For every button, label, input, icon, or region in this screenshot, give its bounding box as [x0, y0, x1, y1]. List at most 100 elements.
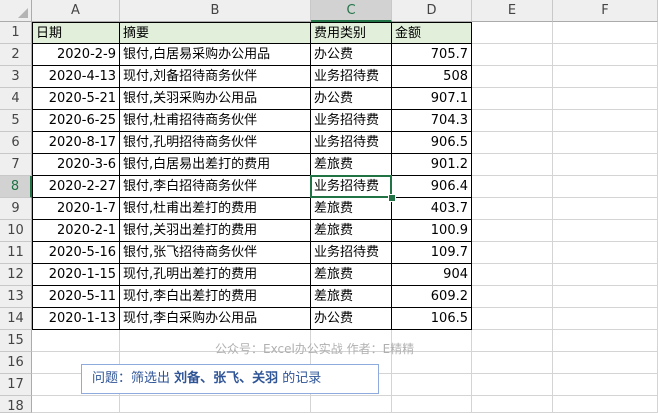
cell-f7[interactable] — [553, 154, 658, 176]
row-header-17[interactable]: 17 — [0, 374, 32, 396]
cell-e5[interactable] — [472, 110, 553, 132]
cell-e16[interactable] — [472, 352, 553, 374]
cell-e2[interactable] — [472, 44, 553, 66]
table-cell-summary[interactable]: 银付,张飞招待商务伙伴 — [120, 242, 311, 264]
cell-f3[interactable] — [553, 66, 658, 88]
cell-f15[interactable] — [553, 330, 658, 352]
fill-handle[interactable] — [388, 194, 396, 202]
table-cell-amount[interactable]: 109.7 — [392, 242, 472, 264]
cell-e14[interactable] — [472, 308, 553, 330]
cell-e9[interactable] — [472, 198, 553, 220]
cell-a18[interactable] — [32, 396, 120, 413]
table-cell-amount[interactable]: 901.2 — [392, 154, 472, 176]
table-cell-amount[interactable]: 403.7 — [392, 198, 472, 220]
cell-f5[interactable] — [553, 110, 658, 132]
table-cell-amount[interactable]: 705.7 — [392, 44, 472, 66]
row-header-9[interactable]: 9 — [0, 198, 32, 220]
table-cell-summary[interactable]: 银付,白居易出差打的费用 — [120, 154, 311, 176]
table-cell-category[interactable]: 业务招待费 — [311, 110, 392, 132]
cell-f13[interactable] — [553, 286, 658, 308]
table-cell-amount[interactable]: 704.3 — [392, 110, 472, 132]
table-cell-amount[interactable]: 907.1 — [392, 88, 472, 110]
table-cell-amount[interactable]: 904 — [392, 264, 472, 286]
cell-f17[interactable] — [553, 374, 658, 396]
select-all-corner[interactable] — [0, 0, 32, 22]
table-cell-summary[interactable]: 现付,李白出差打的费用 — [120, 286, 311, 308]
cell-f2[interactable] — [553, 44, 658, 66]
cell-f18[interactable] — [553, 396, 658, 413]
table-cell-summary[interactable]: 银付,关羽出差打的费用 — [120, 220, 311, 242]
cell-e18[interactable] — [472, 396, 553, 413]
table-cell-date[interactable]: 2020-4-13 — [32, 66, 120, 88]
cell-e17[interactable] — [472, 374, 553, 396]
row-header-12[interactable]: 12 — [0, 264, 32, 286]
row-header-10[interactable]: 10 — [0, 220, 32, 242]
table-cell-amount[interactable]: 508 — [392, 66, 472, 88]
table-cell-date[interactable]: 2020-2-1 — [32, 220, 120, 242]
cell-f1[interactable] — [553, 22, 658, 44]
row-header-8[interactable]: 8 — [0, 176, 32, 198]
table-cell-date[interactable]: 2020-8-17 — [32, 132, 120, 154]
cell-d18[interactable] — [392, 396, 472, 413]
table-cell-category[interactable]: 办公费 — [311, 88, 392, 110]
cell-e3[interactable] — [472, 66, 553, 88]
question-text-box[interactable]: 问题：筛选出 刘备、张飞、关羽 的记录 — [81, 364, 379, 394]
table-cell-category[interactable]: 办公费 — [311, 44, 392, 66]
cell-f11[interactable] — [553, 242, 658, 264]
row-header-3[interactable]: 3 — [0, 66, 32, 88]
table-cell-date[interactable]: 2020-5-16 — [32, 242, 120, 264]
table-cell-amount[interactable]: 906.4 — [392, 176, 472, 198]
cell-e10[interactable] — [472, 220, 553, 242]
cell-f14[interactable] — [553, 308, 658, 330]
table-cell-category[interactable]: 业务招待费 — [311, 176, 392, 198]
table-cell-amount[interactable]: 100.9 — [392, 220, 472, 242]
cell-a15[interactable] — [32, 330, 120, 352]
table-cell-summary[interactable]: 银付,杜甫出差打的费用 — [120, 198, 311, 220]
column-header-f[interactable]: F — [553, 0, 658, 22]
column-header-e[interactable]: E — [472, 0, 553, 22]
table-cell-date[interactable]: 2020-2-27 — [32, 176, 120, 198]
table-cell-summary[interactable]: 现付,李白采购办公用品 — [120, 308, 311, 330]
header-cell-category[interactable]: 费用类别 — [311, 22, 392, 44]
column-header-c[interactable]: C — [311, 0, 392, 22]
table-cell-category[interactable]: 业务招待费 — [311, 132, 392, 154]
table-cell-category[interactable]: 差旅费 — [311, 286, 392, 308]
row-header-15[interactable]: 15 — [0, 330, 32, 352]
cell-f16[interactable] — [553, 352, 658, 374]
cell-e1[interactable] — [472, 22, 553, 44]
table-cell-amount[interactable]: 906.5 — [392, 132, 472, 154]
cell-f9[interactable] — [553, 198, 658, 220]
table-cell-summary[interactable]: 银付,关羽采购办公用品 — [120, 88, 311, 110]
row-header-5[interactable]: 5 — [0, 110, 32, 132]
column-header-d[interactable]: D — [392, 0, 472, 22]
table-cell-date[interactable]: 2020-1-15 — [32, 264, 120, 286]
column-header-b[interactable]: B — [120, 0, 311, 22]
table-cell-category[interactable]: 差旅费 — [311, 154, 392, 176]
cell-f4[interactable] — [553, 88, 658, 110]
table-cell-amount[interactable]: 106.5 — [392, 308, 472, 330]
row-header-7[interactable]: 7 — [0, 154, 32, 176]
row-header-6[interactable]: 6 — [0, 132, 32, 154]
cell-e12[interactable] — [472, 264, 553, 286]
table-cell-date[interactable]: 2020-6-25 — [32, 110, 120, 132]
table-cell-category[interactable]: 差旅费 — [311, 220, 392, 242]
table-cell-date[interactable]: 2020-2-9 — [32, 44, 120, 66]
cell-c18[interactable] — [311, 396, 392, 413]
table-cell-summary[interactable]: 银付,杜甫招待商务伙伴 — [120, 110, 311, 132]
cell-b18[interactable] — [120, 396, 311, 413]
cell-e13[interactable] — [472, 286, 553, 308]
cell-f8[interactable] — [553, 176, 658, 198]
table-cell-category[interactable]: 办公费 — [311, 308, 392, 330]
row-header-1[interactable]: 1 — [0, 22, 32, 44]
table-cell-summary[interactable]: 银付,李白招待商务伙伴 — [120, 176, 311, 198]
cell-e11[interactable] — [472, 242, 553, 264]
row-header-16[interactable]: 16 — [0, 352, 32, 374]
row-header-11[interactable]: 11 — [0, 242, 32, 264]
header-cell-amount[interactable]: 金额 — [392, 22, 472, 44]
table-cell-summary[interactable]: 现付,孔明出差打的费用 — [120, 264, 311, 286]
table-cell-amount[interactable]: 609.2 — [392, 286, 472, 308]
table-cell-summary[interactable]: 现付,刘备招待商务伙伴 — [120, 66, 311, 88]
cell-f6[interactable] — [553, 132, 658, 154]
table-cell-category[interactable]: 业务招待费 — [311, 242, 392, 264]
cell-e15[interactable] — [472, 330, 553, 352]
